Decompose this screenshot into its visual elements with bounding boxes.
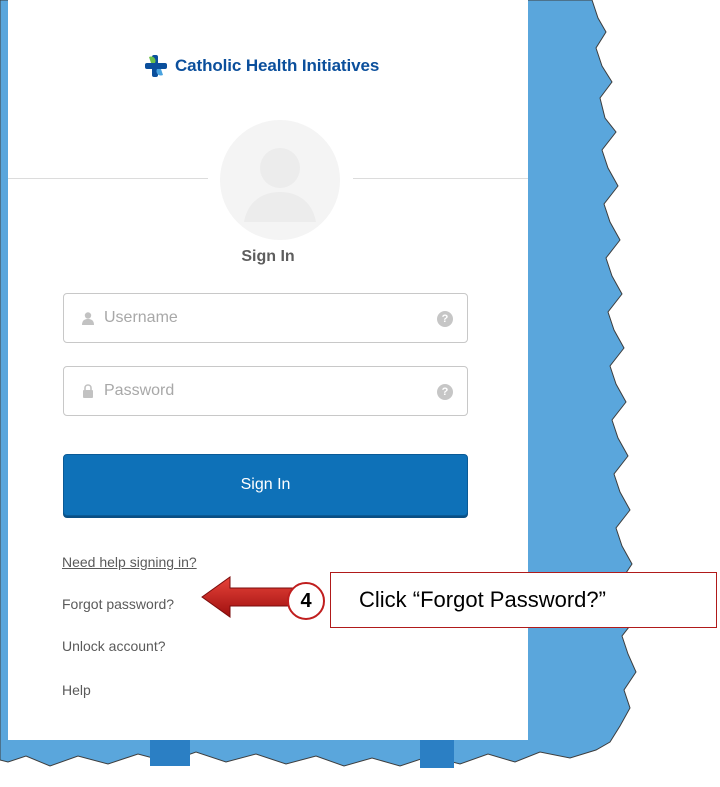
forgot-password-link[interactable]: Forgot password? bbox=[62, 596, 174, 612]
password-input[interactable] bbox=[102, 375, 426, 407]
divider-left bbox=[8, 178, 208, 179]
divider-right bbox=[353, 178, 528, 179]
username-input[interactable] bbox=[102, 302, 426, 334]
lock-icon bbox=[80, 383, 96, 399]
password-field[interactable]: ? bbox=[63, 366, 468, 416]
question-circle-icon[interactable]: ? bbox=[437, 311, 453, 327]
login-card: Catholic Health Initiatives Sign In ? ? … bbox=[8, 0, 528, 740]
question-circle-icon[interactable]: ? bbox=[437, 384, 453, 400]
brand-name: Catholic Health Initiatives bbox=[175, 56, 380, 75]
sign-in-title: Sign In bbox=[241, 248, 295, 265]
brand-logo: Catholic Health Initiatives bbox=[143, 46, 379, 86]
annotation-text: Click “Forgot Password?” bbox=[359, 587, 606, 612]
unlock-account-link[interactable]: Unlock account? bbox=[62, 638, 166, 654]
need-help-link[interactable]: Need help signing in? bbox=[62, 554, 197, 570]
help-link[interactable]: Help bbox=[62, 682, 91, 698]
user-silhouette-icon bbox=[220, 120, 340, 240]
username-field[interactable]: ? bbox=[63, 293, 468, 343]
user-icon bbox=[80, 310, 96, 326]
step-number-badge: 4 bbox=[287, 582, 325, 620]
sign-in-button[interactable]: Sign In bbox=[63, 454, 468, 516]
annotation-callout: Click “Forgot Password?” bbox=[330, 572, 717, 628]
cross-mark-icon bbox=[145, 55, 167, 77]
